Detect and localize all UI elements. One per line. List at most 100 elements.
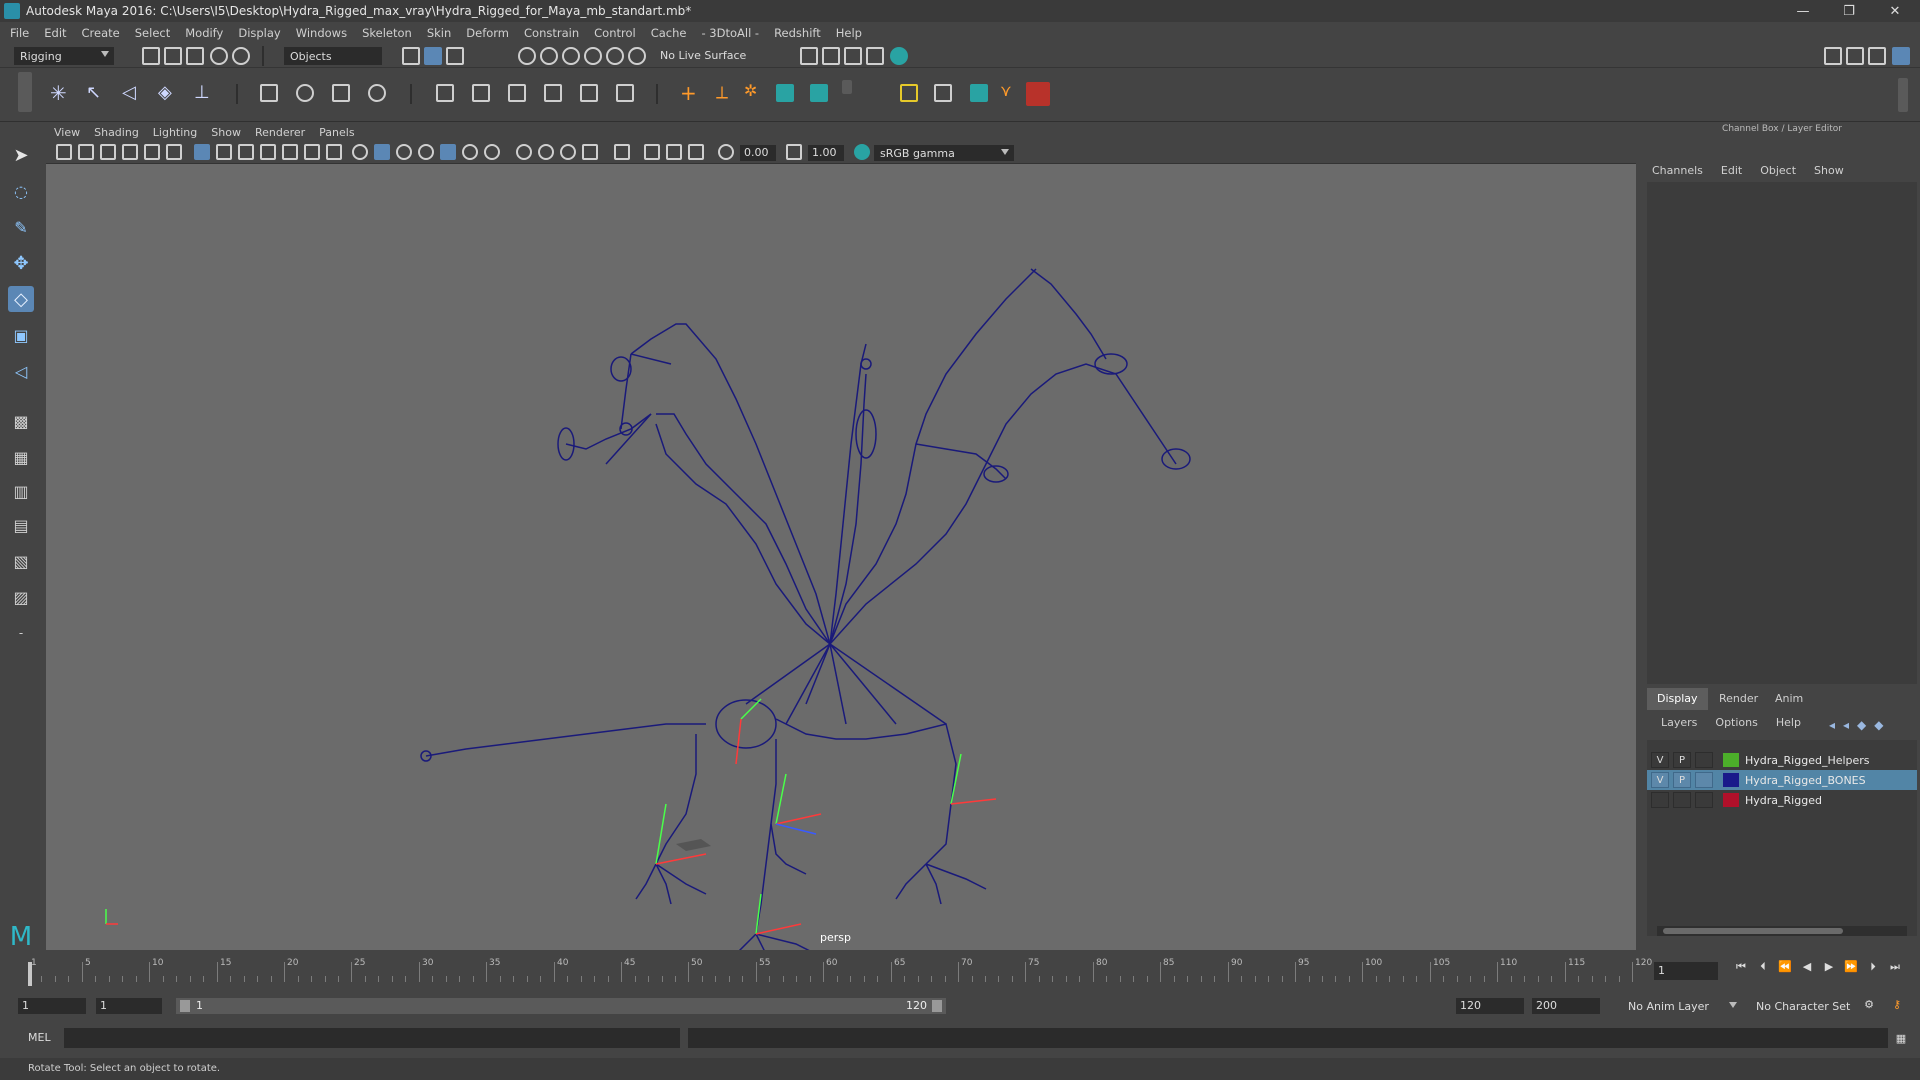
cluster-icon[interactable] [368, 84, 386, 102]
snap-view-icon[interactable] [584, 47, 602, 65]
select-tool-icon[interactable]: ➤ [8, 142, 34, 168]
four-view-icon[interactable]: ▦ [8, 444, 34, 470]
tail-bone[interactable] [425, 723, 706, 757]
step-back-frame-icon[interactable]: ⏪ [1778, 960, 1792, 974]
channel-box-icon[interactable] [1892, 47, 1910, 65]
2d-pan-icon[interactable] [144, 144, 160, 160]
persp-outliner-icon[interactable]: ▧ [8, 548, 34, 574]
menu-modify[interactable]: Modify [185, 26, 223, 40]
play-forward-icon[interactable]: ▶ [1822, 960, 1836, 974]
le-menu-layers[interactable]: Layers [1661, 716, 1697, 729]
layer-playback[interactable]: P [1673, 752, 1691, 768]
cb-menu-show[interactable]: Show [1814, 164, 1844, 177]
gate-mask-icon[interactable] [260, 144, 276, 160]
select-hierarchy-icon[interactable] [402, 47, 420, 65]
exposure-field[interactable]: 0.00 [740, 145, 776, 161]
orient-constraint-icon[interactable] [508, 84, 526, 102]
tab-display[interactable]: Display [1647, 688, 1708, 710]
film-gate-icon[interactable] [216, 144, 232, 160]
minimize-button[interactable]: — [1780, 0, 1826, 22]
vertex-icon[interactable]: ⋎ [1000, 82, 1018, 100]
menu-help[interactable]: Help [836, 26, 862, 40]
start-time-field[interactable]: 1 [18, 998, 86, 1014]
3dtoall-icon-c[interactable] [970, 84, 988, 102]
layer-playback[interactable]: P [1673, 772, 1691, 788]
layer-display-type[interactable] [1695, 752, 1713, 768]
layer-name[interactable]: Hydra_Rigged_Helpers [1745, 754, 1870, 767]
3dtoall-icon-a[interactable] [776, 84, 794, 102]
last-tool-icon[interactable]: ◁ [8, 358, 34, 384]
insert-joint-icon[interactable]: ◈ [158, 84, 176, 102]
outliner-icon[interactable] [1846, 47, 1864, 65]
rotate-tool-icon[interactable]: ◇ [8, 286, 34, 312]
more-layouts-icon[interactable]: - [8, 620, 34, 646]
joint-tool-icon[interactable]: ✳ [50, 83, 68, 103]
layer-tools-icon[interactable]: ◂◂◆◆ [1829, 718, 1909, 734]
snap-grid-icon[interactable] [518, 47, 536, 65]
step-forward-key-icon[interactable]: ⏵ [1866, 960, 1880, 974]
snap-point-icon[interactable] [562, 47, 580, 65]
live-surface-label[interactable]: No Live Surface [660, 49, 746, 62]
head-bone-2[interactable] [565, 413, 652, 450]
channel-box-area[interactable] [1647, 182, 1917, 684]
range-start-handle[interactable] [180, 1000, 190, 1012]
persp-graph-icon[interactable]: ▤ [8, 512, 34, 538]
command-language-label[interactable]: MEL [28, 1031, 51, 1044]
layer-color-swatch[interactable] [1723, 753, 1739, 767]
hypershade-icon[interactable] [890, 47, 908, 65]
range-end-handle[interactable] [932, 1000, 942, 1012]
auto-key-icon[interactable]: ⚷ [1890, 998, 1904, 1012]
anim-layer-dropdown[interactable]: No Anim Layer [1622, 998, 1742, 1014]
grid-icon[interactable] [194, 144, 210, 160]
vp-menu-shading[interactable]: Shading [94, 126, 139, 139]
menu-skeleton[interactable]: Skeleton [362, 26, 412, 40]
playback-start-field[interactable]: 1 [96, 998, 162, 1014]
depth-of-field-icon[interactable] [582, 144, 598, 160]
script-editor-icon[interactable]: ▦ [1894, 1032, 1908, 1046]
vp-menu-renderer[interactable]: Renderer [255, 126, 305, 139]
select-object-icon[interactable] [424, 47, 442, 65]
lattice-icon[interactable] [332, 84, 350, 102]
menu-redshift[interactable]: Redshift [774, 26, 821, 40]
single-view-icon[interactable]: ▩ [8, 408, 34, 434]
jaw-bone-1[interactable] [620, 353, 632, 430]
vp-menu-lighting[interactable]: Lighting [153, 126, 197, 139]
lighting-icon[interactable] [462, 144, 478, 160]
layer-color-swatch[interactable] [1723, 773, 1739, 787]
step-forward-frame-icon[interactable]: ⏩ [1844, 960, 1858, 974]
play-back-icon[interactable]: ◀ [1800, 960, 1814, 974]
aim-constraint-icon[interactable] [472, 84, 490, 102]
backface-icon[interactable] [688, 144, 704, 160]
exposure-icon[interactable] [718, 144, 734, 160]
hydra-skeleton-rig[interactable] [46, 164, 1636, 950]
layout-icon[interactable]: ▨ [8, 584, 34, 610]
cb-menu-channels[interactable]: Channels [1652, 164, 1703, 177]
xray-joints-icon[interactable] [440, 144, 456, 160]
render-view-icon[interactable] [866, 47, 884, 65]
layer-display-type[interactable] [1695, 772, 1713, 788]
anim-prefs-icon[interactable]: ⚙ [1862, 998, 1876, 1012]
tab-anim[interactable]: Anim [1765, 688, 1813, 710]
layer-visibility[interactable]: V [1651, 772, 1669, 788]
script-icon[interactable] [842, 80, 852, 94]
neck-bone-5[interactable] [829, 363, 1177, 645]
vp-menu-panels[interactable]: Panels [319, 126, 354, 139]
isolate-select-icon[interactable] [614, 144, 630, 160]
vp-menu-view[interactable]: View [54, 126, 80, 139]
layer-visibility[interactable]: V [1651, 752, 1669, 768]
end-time-field[interactable]: 200 [1532, 998, 1600, 1014]
range-bar[interactable]: 1 120 [176, 998, 946, 1014]
paint-select-icon[interactable]: ✎ [8, 214, 34, 240]
camera-icon[interactable] [56, 144, 72, 160]
camera-attr-icon[interactable] [78, 144, 94, 160]
go-to-end-icon[interactable]: ⏭ [1888, 960, 1902, 974]
parent-constraint-icon[interactable] [580, 84, 598, 102]
locator-icon[interactable]: + [680, 83, 698, 103]
layer-scrollbar[interactable] [1657, 926, 1907, 936]
close-button[interactable]: ✕ [1872, 0, 1918, 22]
scale-tool-icon[interactable]: ▣ [8, 322, 34, 348]
snap-surface-icon[interactable] [606, 47, 624, 65]
field-chart-icon[interactable] [282, 144, 298, 160]
cb-menu-edit[interactable]: Edit [1721, 164, 1742, 177]
3dtoall-icon-b[interactable] [810, 84, 828, 102]
